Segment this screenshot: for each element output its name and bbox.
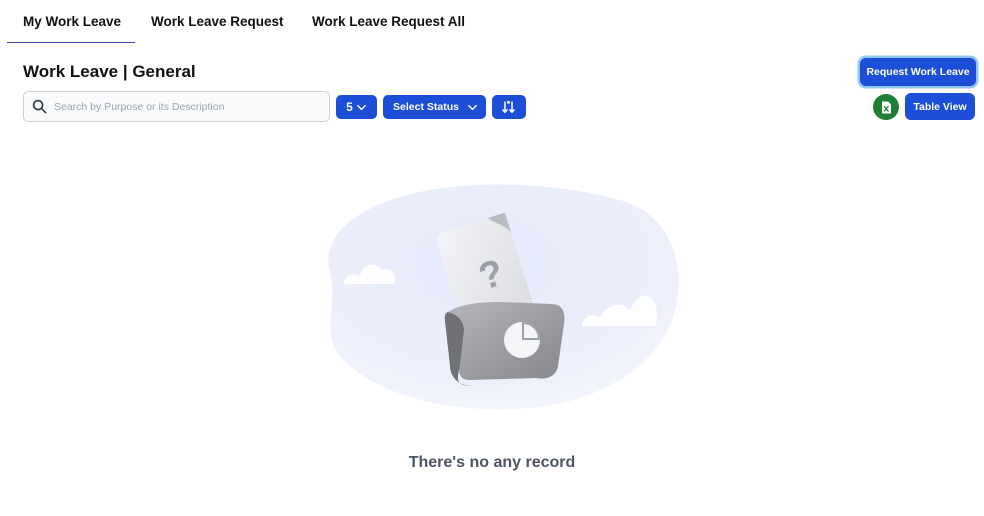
chevron-down-icon	[356, 102, 367, 113]
excel-file-icon	[881, 101, 892, 114]
chevron-down-icon	[467, 102, 478, 113]
page-title: Work Leave | General	[23, 62, 196, 81]
status-select-label: Select Status	[393, 101, 459, 113]
search-input[interactable]	[54, 100, 314, 113]
search-icon	[32, 99, 47, 114]
tab-bar: My Work Leave Work Leave Request Work Le…	[7, 0, 465, 43]
request-work-leave-button[interactable]: Request Work Leave	[860, 58, 976, 86]
page-size-select[interactable]: 5	[336, 95, 377, 119]
empty-state-illustration: ?	[300, 180, 684, 416]
search-box	[23, 91, 330, 122]
table-view-button[interactable]: Table View	[905, 93, 975, 120]
tab-my-work-leave[interactable]: My Work Leave	[7, 0, 135, 43]
empty-state-message: There's no any record	[408, 454, 576, 471]
tab-work-leave-request-all[interactable]: Work Leave Request All	[295, 0, 465, 43]
sort-icon	[501, 100, 517, 114]
export-excel-button[interactable]	[873, 94, 899, 120]
status-select[interactable]: Select Status	[383, 95, 486, 119]
page-size-value: 5	[346, 100, 353, 114]
tab-work-leave-request[interactable]: Work Leave Request	[135, 0, 295, 43]
sort-button[interactable]	[492, 95, 526, 119]
